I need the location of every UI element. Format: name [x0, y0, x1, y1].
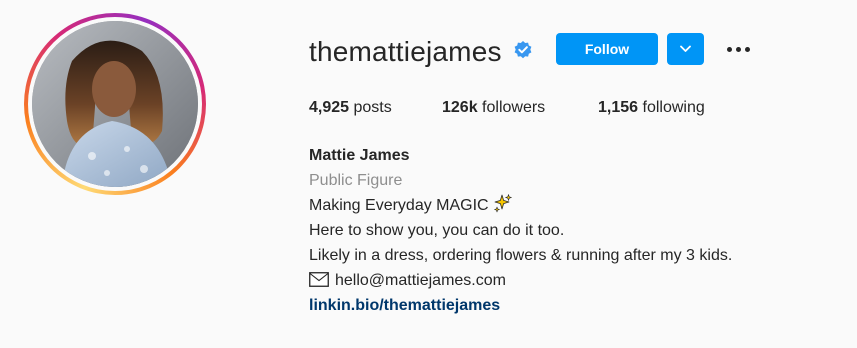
- suggested-dropdown-button[interactable]: [667, 33, 704, 65]
- profile-bio: Mattie James Public Figure Making Everyd…: [309, 143, 732, 318]
- bio-category: Public Figure: [309, 172, 403, 189]
- following-label: following: [642, 99, 705, 116]
- bio-line-1-text: Making Everyday MAGIC: [309, 197, 489, 214]
- profile-username: themattiejames: [309, 36, 502, 67]
- envelope-icon: [309, 272, 329, 287]
- bio-email: hello@mattiejames.com: [335, 272, 506, 289]
- bio-name: Mattie James: [309, 147, 410, 164]
- following-count: 1,156: [598, 99, 639, 116]
- more-dot: [727, 47, 732, 52]
- posts-label: posts: [353, 99, 392, 116]
- sparkles-icon: [493, 194, 512, 213]
- avatar[interactable]: [32, 21, 198, 187]
- more-options-icon[interactable]: [722, 38, 754, 62]
- posts-stat: 4,925 posts: [309, 98, 392, 118]
- bio-line-3: Likely in a dress, ordering flowers & ru…: [309, 247, 733, 264]
- followers-count: 126k: [442, 99, 478, 116]
- bio-line-1: Making Everyday MAGIC: [309, 193, 732, 218]
- more-dot: [736, 47, 741, 52]
- avatar-photo: [32, 21, 198, 187]
- posts-count: 4,925: [309, 99, 350, 116]
- chevron-down-icon: [680, 45, 691, 52]
- avatar-story-ring[interactable]: [24, 13, 206, 195]
- following-stat[interactable]: 1,156 following: [598, 98, 705, 118]
- bio-email-line: hello@mattiejames.com: [309, 268, 732, 293]
- bio-line-2: Here to show you, you can do it too.: [309, 222, 565, 239]
- followers-stat[interactable]: 126k followers: [442, 98, 545, 118]
- bio-link[interactable]: linkin.bio/themattiejames: [309, 297, 500, 314]
- followers-label: followers: [482, 99, 546, 116]
- more-dot: [745, 47, 750, 52]
- verified-badge-icon: [514, 41, 532, 59]
- follow-button[interactable]: Follow: [556, 33, 658, 65]
